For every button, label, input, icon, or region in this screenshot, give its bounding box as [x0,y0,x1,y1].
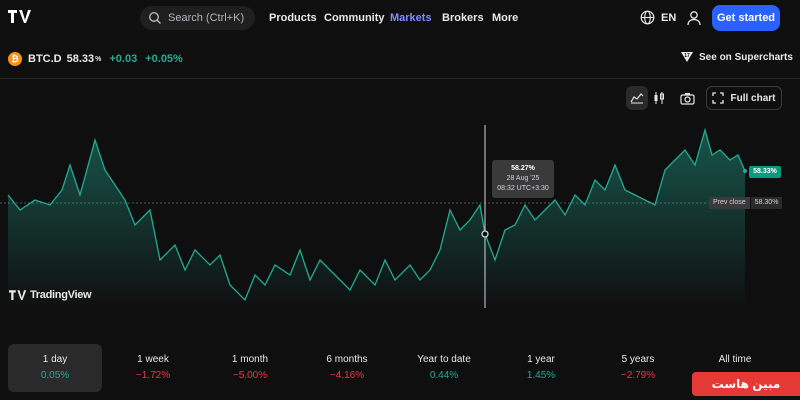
prev-close-value: 58.30% [750,197,783,209]
range-tab-year-to-date[interactable]: Year to date 0.44% [397,344,491,392]
range-value: −1.72% [135,370,171,381]
range-tabs: 1 day 0.05% 1 week −1.72% 1 month −5.00%… [8,344,793,392]
symbol-header: ₿ BTC.D 58.33% +0.03 +0.05% [8,50,183,68]
area-chart-button[interactable] [626,86,648,110]
search-placeholder: Search (Ctrl+K) [168,12,245,24]
supercharts-link[interactable]: 17 See on Supercharts [680,51,793,63]
nav-markets[interactable]: Markets [390,12,432,24]
range-tab-1-year[interactable]: 1 year 1.45% [494,344,588,392]
watermark-text: TradingView [30,289,92,301]
range-tab-1-day[interactable]: 1 day 0.05% [8,344,102,392]
top-nav: Search (Ctrl+K) Products Community Marke… [0,0,800,40]
range-tab-1-month[interactable]: 1 month −5.00% [203,344,297,392]
last-price-label: 58.33% [749,166,781,178]
tooltip-date: 28 Aug '25 [506,175,540,182]
symbol-price: 58.33 [66,53,95,65]
user-icon[interactable] [686,10,702,26]
nav-brokers[interactable]: Brokers [442,12,484,24]
search-input[interactable]: Search (Ctrl+K) [140,6,255,30]
prev-close-label: Prev close 58.30% [709,197,783,209]
symbol-change-abs: +0.03 [109,53,138,65]
range-label: 1 day [42,354,68,365]
supercharts-label: See on Supercharts [699,51,793,63]
candles-chart-button[interactable] [648,86,670,110]
range-value: 0.44% [429,370,459,381]
full-chart-button[interactable]: Full chart [706,86,782,110]
host-badge[interactable]: مبین هاست [692,372,800,396]
range-label: 6 months [326,354,368,365]
tooltip-time: 08:32 UTC+3:30 [497,185,549,192]
get-started-button[interactable]: Get started [712,5,780,31]
price-chart[interactable] [0,110,800,340]
camera-icon [679,92,695,105]
supercharts-icon: 17 [681,52,693,62]
snapshot-button[interactable] [676,86,698,110]
language-label: EN [661,11,677,24]
language-selector[interactable]: EN [640,10,676,25]
fullscreen-icon [712,92,725,104]
tooltip-value: 58.27% [511,165,535,172]
nav-products[interactable]: Products [269,12,317,24]
range-value: −2.79% [620,370,656,381]
tradingview-watermark: TradingView [9,289,92,301]
range-label: 1 year [527,354,555,365]
range-label: 1 week [137,354,169,365]
range-label: 5 years [621,354,655,365]
symbol-name[interactable]: BTC.D [28,53,62,65]
range-label: Year to date [417,354,471,365]
last-price-point [743,169,747,173]
range-value: −5.00% [232,370,268,381]
search-icon [148,11,161,24]
range-tab-6-months[interactable]: 6 months −4.16% [300,344,394,392]
tradingview-logo-icon[interactable] [8,10,32,28]
tradingview-logo-icon [9,289,27,300]
prev-close-text: Prev close [709,197,750,209]
nav-community[interactable]: Community [324,12,385,24]
crosshair-point [481,230,489,238]
nav-more[interactable]: More [492,12,518,24]
range-value: −4.16% [329,370,365,381]
range-value: 1.45% [526,370,556,381]
range-value: 0.05% [40,370,70,381]
svg-text:17: 17 [684,53,690,59]
crosshair-tooltip: 58.27% 28 Aug '25 08:32 UTC+3:30 [492,160,554,198]
bitcoin-icon: ₿ [8,52,22,66]
range-label: All time [718,354,752,365]
range-tab-1-week[interactable]: 1 week −1.72% [106,344,200,392]
range-label: 1 month [231,354,269,365]
area-chart-icon [630,93,644,104]
full-chart-label: Full chart [730,92,776,104]
badge-text: مبین هاست [711,377,781,391]
symbol-change-pct: +0.05% [145,53,183,65]
candlestick-icon [654,92,664,104]
divider [0,78,800,79]
range-tab-5-years[interactable]: 5 years −2.79% [591,344,685,392]
symbol-unit: % [95,55,102,63]
globe-icon [640,10,655,25]
